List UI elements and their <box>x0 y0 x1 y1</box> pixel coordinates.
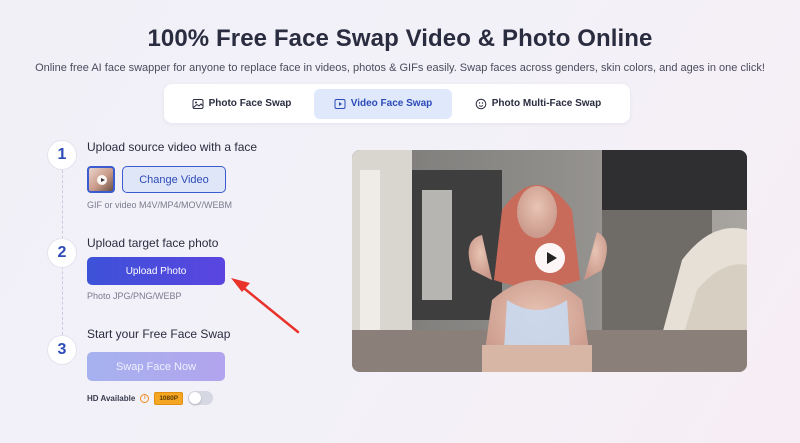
step-number-1: 1 <box>47 140 77 170</box>
hd-option: HD Available i 1080P <box>87 390 214 406</box>
tab-label: Photo Face Swap <box>208 98 292 109</box>
step-3-title: Start your Free Face Swap <box>87 327 231 341</box>
step-1-hint: GIF or video M4V/MP4/MOV/WEBM <box>87 200 233 210</box>
multi-face-icon <box>475 98 487 109</box>
tab-photo-face-swap[interactable]: Photo Face Swap <box>169 89 314 119</box>
step-number-2: 2 <box>47 238 77 268</box>
tab-video-face-swap[interactable]: Video Face Swap <box>314 88 452 119</box>
toggle-knob <box>189 392 202 404</box>
tab-label: Photo Multi-Face Swap <box>491 98 602 109</box>
tab-label: Video Face Swap <box>350 98 433 109</box>
image-icon <box>192 98 204 109</box>
step-number-3: 3 <box>47 335 77 365</box>
change-video-button[interactable]: Change Video <box>122 166 226 193</box>
step-1-title: Upload source video with a face <box>87 140 258 154</box>
step-2-title: Upload target face photo <box>87 236 219 250</box>
info-icon[interactable]: i <box>140 393 150 403</box>
swap-face-now-button[interactable]: Swap Face Now <box>87 352 225 381</box>
resolution-badge: 1080P <box>154 391 184 405</box>
page-title: 100% Free Face Swap Video & Photo Online <box>147 25 653 52</box>
mode-tabs: Photo Face Swap Video Face Swap Photo Mu… <box>164 84 630 123</box>
step-2-hint: Photo JPG/PNG/WEBP <box>87 291 182 301</box>
play-icon <box>97 175 107 185</box>
hd-toggle[interactable] <box>188 391 214 405</box>
source-video-thumbnail[interactable] <box>87 166 115 193</box>
page-subtitle: Online free AI face swapper for anyone t… <box>35 62 765 74</box>
upload-photo-button[interactable]: Upload Photo <box>87 257 225 285</box>
video-icon <box>334 98 346 109</box>
video-play-button[interactable] <box>535 243 565 273</box>
tab-photo-multi-face-swap[interactable]: Photo Multi-Face Swap <box>458 89 618 119</box>
hd-label: HD Available <box>87 393 136 403</box>
